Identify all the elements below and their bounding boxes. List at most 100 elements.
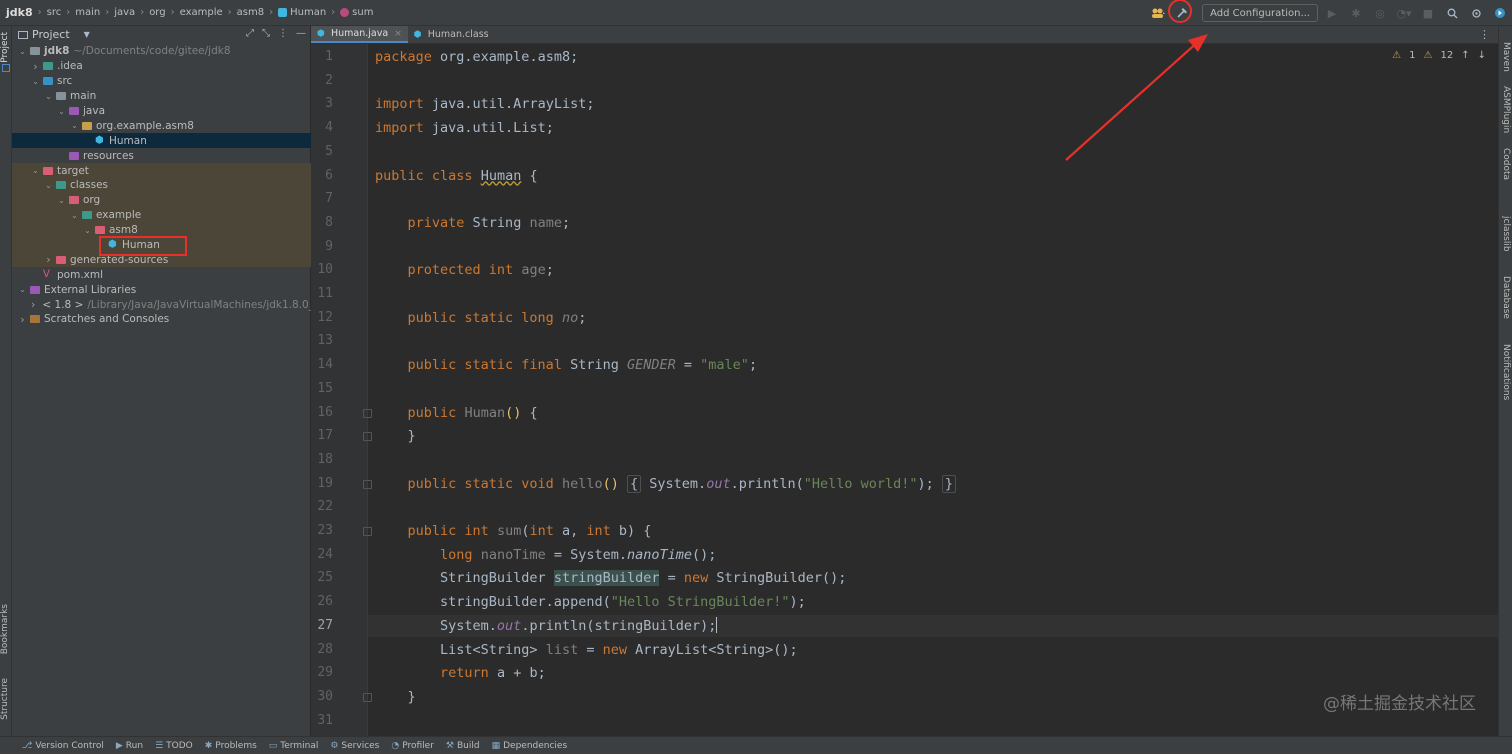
- code-line[interactable]: public static final String GENDER = "mal…: [375, 356, 758, 374]
- tree-item[interactable]: ⌄ org: [12, 192, 311, 208]
- code-line[interactable]: import java.util.ArrayList;: [375, 95, 594, 113]
- tree-item[interactable]: ᐯ pom.xml: [12, 267, 311, 282]
- breadcrumb-item[interactable]: asm8: [237, 7, 264, 18]
- chevron-right-icon[interactable]: ›: [31, 60, 40, 73]
- right-tool-tab[interactable]: Database: [1501, 276, 1511, 319]
- expand-all-icon[interactable]: ⤢: [246, 28, 254, 39]
- tool-window-build[interactable]: ⚒ Build: [446, 741, 480, 751]
- search-icon[interactable]: [1442, 3, 1462, 23]
- code-line[interactable]: public int sum(int a, int b) {: [375, 522, 652, 540]
- tool-window-dependencies[interactable]: ▦ Dependencies: [492, 741, 568, 751]
- code-line[interactable]: package org.example.asm8;: [375, 48, 578, 66]
- editor-tab[interactable]: ⬢ Human.java ×: [311, 26, 408, 43]
- right-tool-tab[interactable]: ASMPlugin: [1501, 86, 1511, 133]
- code-line[interactable]: public static void hello() { System.out.…: [375, 474, 957, 493]
- chevron-down-icon[interactable]: ⌄: [44, 181, 53, 190]
- fold-marker-icon[interactable]: [363, 408, 372, 418]
- project-tool-icon[interactable]: [2, 64, 10, 72]
- tool-window-version-control[interactable]: ⎇ Version Control: [22, 741, 104, 751]
- chevron-down-icon[interactable]: ⌄: [18, 285, 27, 294]
- chevron-down-icon[interactable]: ⌄: [31, 77, 40, 86]
- tree-item[interactable]: ⌄ classes: [12, 178, 311, 193]
- chevron-down-icon[interactable]: ⌄: [18, 47, 27, 56]
- project-view-selector[interactable]: Project: [32, 28, 70, 41]
- tree-item[interactable]: › < 1.8 >/Library/Java/JavaVirtualMachine…: [12, 297, 314, 312]
- right-tool-tab[interactable]: Notifications: [1501, 344, 1511, 400]
- run-icon[interactable]: ▶: [1322, 3, 1342, 23]
- code-line[interactable]: public Human() {: [375, 404, 538, 422]
- bookmarks-tool-tab[interactable]: Bookmarks: [0, 604, 10, 654]
- build-project-button[interactable]: [1168, 0, 1193, 23]
- code-line[interactable]: }: [375, 688, 416, 706]
- tree-item[interactable]: ⌄ org.example.asm8: [12, 118, 311, 133]
- breadcrumb-item[interactable]: main: [75, 7, 100, 18]
- code-line[interactable]: System.out.println(stringBuilder);: [375, 616, 718, 635]
- tree-item[interactable]: ⬢ Human: [12, 133, 311, 149]
- fold-marker-icon[interactable]: [363, 692, 372, 702]
- code-line[interactable]: private String name;: [375, 214, 571, 232]
- project-tool-tab[interactable]: Project: [0, 32, 10, 63]
- chevron-right-icon[interactable]: ›: [31, 298, 35, 311]
- chevron-right-icon[interactable]: ›: [18, 313, 27, 326]
- tree-item[interactable]: › Scratches and Consoles: [12, 312, 311, 327]
- debug-icon[interactable]: ✱: [1346, 3, 1366, 23]
- chevron-down-icon[interactable]: ⌄: [70, 121, 79, 130]
- breadcrumb-item[interactable]: org: [149, 7, 165, 18]
- settings-icon[interactable]: [1466, 3, 1486, 23]
- tool-window-terminal[interactable]: ▭ Terminal: [269, 741, 319, 751]
- chevron-down-icon[interactable]: ⌄: [83, 226, 92, 235]
- code-line[interactable]: return a + b;: [375, 664, 546, 682]
- code-line[interactable]: stringBuilder.append("Hello StringBuilde…: [375, 593, 806, 611]
- breadcrumb-item[interactable]: java: [114, 7, 135, 18]
- tree-item[interactable]: ⌄ target: [12, 163, 311, 179]
- structure-tool-tab[interactable]: Structure: [0, 678, 10, 720]
- chevron-down-icon[interactable]: ▼: [84, 30, 90, 39]
- update-icon[interactable]: [1490, 3, 1510, 23]
- tool-window-run[interactable]: ▶ Run: [116, 741, 143, 751]
- more-options-icon[interactable]: ⋮: [278, 28, 288, 39]
- code-line[interactable]: long nanoTime = System.nanoTime();: [375, 546, 716, 564]
- breadcrumb-item[interactable]: example: [180, 7, 223, 18]
- breadcrumb-item[interactable]: src: [47, 7, 62, 18]
- add-configuration-button[interactable]: Add Configuration...: [1202, 4, 1318, 22]
- breadcrumb-item[interactable]: jdk8: [6, 6, 33, 19]
- code-line[interactable]: public class Human {: [375, 167, 538, 185]
- chevron-down-icon[interactable]: ⌄: [31, 166, 40, 175]
- line-number-gutter[interactable]: 1 2 3 4 5 6 7 8 9 10 11 12 13 14 15 16 17 18 19 22 23 24 25 26 2…: [311, 44, 372, 736]
- code-line[interactable]: import java.util.List;: [375, 119, 554, 137]
- tool-window-services[interactable]: ⚙ Services: [330, 741, 379, 751]
- chevron-down-icon[interactable]: ⌄: [70, 211, 79, 220]
- more-tabs-icon[interactable]: ⋮: [1479, 26, 1498, 43]
- fold-marker-icon[interactable]: [363, 432, 372, 442]
- coverage-icon[interactable]: ◎: [1370, 3, 1390, 23]
- code-line[interactable]: StringBuilder stringBuilder = new String…: [375, 569, 846, 587]
- close-icon[interactable]: ×: [394, 29, 402, 39]
- tree-item[interactable]: ⌄ External Libraries: [12, 282, 311, 297]
- tree-item[interactable]: resources: [12, 148, 311, 163]
- right-tool-tab[interactable]: jclasslib: [1501, 216, 1511, 252]
- breadcrumb-item[interactable]: sum: [352, 7, 373, 18]
- stop-icon[interactable]: ■: [1418, 3, 1438, 23]
- right-tool-tab[interactable]: Codota: [1501, 148, 1511, 180]
- editor-tab[interactable]: ⬢ Human.class: [408, 26, 495, 43]
- breadcrumb-item[interactable]: Human: [290, 7, 326, 18]
- code-line[interactable]: public static long no;: [375, 309, 587, 327]
- hide-panel-icon[interactable]: —: [296, 28, 306, 39]
- arrow-up-icon[interactable]: ↑: [1461, 50, 1469, 61]
- arrow-down-icon[interactable]: ↓: [1478, 50, 1486, 61]
- profile-icon[interactable]: ◔▾: [1394, 3, 1414, 23]
- collapse-all-icon[interactable]: ⤡: [262, 28, 270, 39]
- tool-window-todo[interactable]: ☰ TODO: [155, 741, 193, 751]
- inspection-widget[interactable]: ⚠ 1 ⚠ 12 ↑ ↓: [1392, 50, 1486, 61]
- tree-item[interactable]: ⌄ java: [12, 104, 311, 119]
- chevron-down-icon[interactable]: ⌄: [57, 196, 66, 205]
- code-line[interactable]: List<String> list = new ArrayList<String…: [375, 641, 798, 659]
- right-tool-tab[interactable]: Maven: [1501, 42, 1511, 72]
- fold-marker-icon[interactable]: [363, 479, 372, 489]
- code-editor[interactable]: 1 2 3 4 5 6 7 8 9 10 11 12 13 14 15 16 17 18 19 22 23 24 25 26 2…: [311, 44, 1498, 736]
- tree-item[interactable]: ⌄ example: [12, 207, 311, 223]
- code-line[interactable]: }: [375, 427, 416, 445]
- chevron-right-icon[interactable]: ›: [44, 253, 53, 266]
- code-line[interactable]: protected int age;: [375, 261, 554, 279]
- fold-marker-icon[interactable]: [363, 527, 372, 536]
